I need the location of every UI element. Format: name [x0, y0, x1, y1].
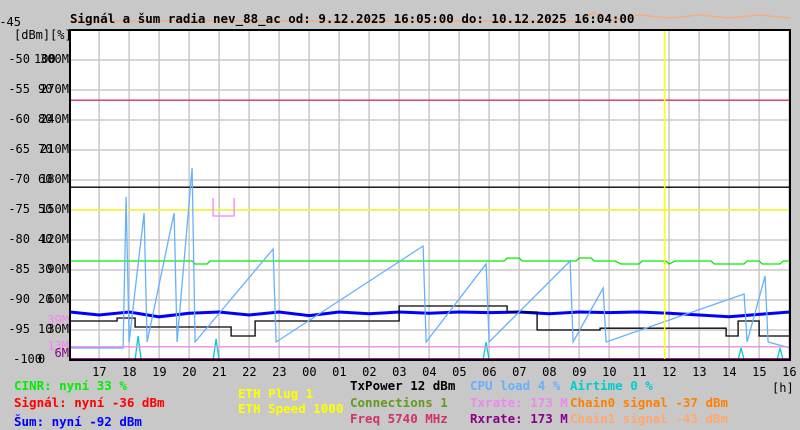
x-tick: 01: [332, 365, 347, 379]
x-tick: 13: [692, 365, 707, 379]
legend-txrate: Txrate: 173 M: [470, 395, 568, 410]
y-unit-pct: [%]: [50, 28, 72, 42]
y-tick-rate: 120M: [40, 232, 69, 246]
y-tick-rate: 210M: [40, 142, 69, 156]
y-tick-dbm: -45: [0, 15, 21, 29]
y-tick-dbm: -70: [8, 172, 30, 186]
x-tick: 14: [722, 365, 737, 379]
x-tick: 15: [752, 365, 767, 379]
x-tick: 18: [122, 365, 137, 379]
x-tick: 08: [542, 365, 557, 379]
legend-chain1: Chain1 signal -43 dBm: [570, 411, 729, 426]
legend-chain0: Chain0 signal -37 dBm: [570, 395, 729, 410]
legend-airtime: Airtime 0 %: [570, 378, 653, 393]
x-tick: 19: [152, 365, 167, 379]
x-tick: 07: [512, 365, 527, 379]
x-tick: 00: [302, 365, 317, 379]
y-tick-pct: 0: [38, 352, 46, 366]
y-tick-dbm: -60: [8, 112, 30, 126]
x-tick: 05: [452, 365, 467, 379]
y-tick-rate: 90M: [47, 262, 69, 276]
x-tick: 11: [632, 365, 647, 379]
x-tick: 09: [572, 365, 587, 379]
y-tick-dbm: -95: [8, 322, 30, 336]
plot-area: [70, 30, 790, 360]
y-tick-rate: 180M: [40, 172, 69, 186]
x-tick: 10: [602, 365, 617, 379]
chart-title: Signál a šum radia nev_88_ac od: 9.12.20…: [70, 11, 635, 26]
x-tick: 16: [782, 365, 797, 379]
legend-signal: Signál: nyní -36 dBm: [14, 395, 165, 410]
y-rate-label: 39M: [47, 313, 69, 327]
x-tick: 03: [392, 365, 407, 379]
x-tick: 17: [92, 365, 107, 379]
legend-eth-speed: ETH Speed 1000: [238, 401, 344, 416]
legend-connections: Connections 1: [350, 395, 448, 410]
legend-freq: Freq 5740 MHz: [350, 411, 448, 426]
x-tick: 12: [662, 365, 677, 379]
y-tick-rate: 300M: [40, 52, 69, 66]
y-tick-dbm: -80: [8, 232, 30, 246]
legend-cpu: CPU load 4 %: [470, 378, 561, 393]
y-tick-dbm: -75: [8, 202, 30, 216]
y-tick-rate: 270M: [40, 82, 69, 96]
y-tick-rate: 240M: [40, 112, 69, 126]
legend-txpower: TxPower 12 dBm: [350, 378, 456, 393]
x-tick: 04: [422, 365, 437, 379]
y-tick-dbm: -55: [8, 82, 30, 96]
legend-rxrate: Rxrate: 173 M: [470, 411, 568, 426]
x-tick: 20: [182, 365, 197, 379]
legend-cinr: CINR: nyní 33 %: [14, 378, 127, 393]
y-tick-dbm: -65: [8, 142, 30, 156]
x-tick: 02: [362, 365, 377, 379]
legend-noise: Šum: nyní -92 dBm: [14, 414, 142, 429]
y-tick-dbm: -50: [8, 52, 30, 66]
x-tick: 22: [242, 365, 257, 379]
x-tick: 23: [272, 365, 287, 379]
x-axis-label: [h]: [772, 381, 794, 395]
legend-eth-plug: ETH Plug 1: [238, 386, 314, 401]
y-unit-dbm: [dBm]: [14, 28, 51, 42]
y-rate-label: 6M: [54, 346, 69, 360]
x-tick: 21: [212, 365, 227, 379]
x-tick: 06: [482, 365, 497, 379]
y-tick-rate: 60M: [47, 292, 69, 306]
y-tick-rate: 150M: [40, 202, 69, 216]
y-tick-dbm: -90: [8, 292, 30, 306]
y-tick-dbm: -85: [8, 262, 30, 276]
